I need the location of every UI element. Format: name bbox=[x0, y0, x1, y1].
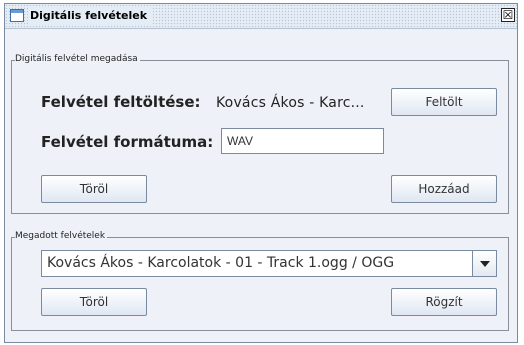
save-button[interactable]: Rögzít bbox=[391, 288, 497, 316]
delete-entry-button[interactable]: Töröl bbox=[41, 175, 147, 203]
window-title: Digitális felvételek bbox=[28, 8, 154, 24]
chevron-down-icon[interactable] bbox=[472, 251, 496, 276]
title-bar[interactable]: Digitális felvételek ☒ bbox=[5, 4, 517, 29]
add-button[interactable]: Hozzáad bbox=[391, 175, 497, 203]
close-button[interactable]: ☒ bbox=[501, 8, 515, 22]
recordings-panel-legend: Megadott felvételek bbox=[15, 231, 108, 242]
input-panel-legend: Digitális felvétel megadása bbox=[15, 54, 140, 65]
format-label: Felvétel formátuma: bbox=[41, 133, 214, 151]
upload-button[interactable]: Feltölt bbox=[391, 88, 497, 116]
app-window: Digitális felvételek ☒ Digitális felvéte… bbox=[4, 3, 518, 343]
upload-file-name: Kovács Ákos - Karc... bbox=[216, 95, 365, 111]
selected-recording: Kovács Ákos - Karcolatok - 01 - Track 1.… bbox=[47, 255, 395, 271]
format-field[interactable] bbox=[221, 128, 384, 154]
recordings-dropdown[interactable]: Kovács Ákos - Karcolatok - 01 - Track 1.… bbox=[41, 250, 497, 277]
delete-recording-button[interactable]: Töröl bbox=[41, 288, 147, 316]
window-icon bbox=[10, 9, 24, 22]
upload-label: Felvétel feltöltése: bbox=[41, 93, 201, 111]
